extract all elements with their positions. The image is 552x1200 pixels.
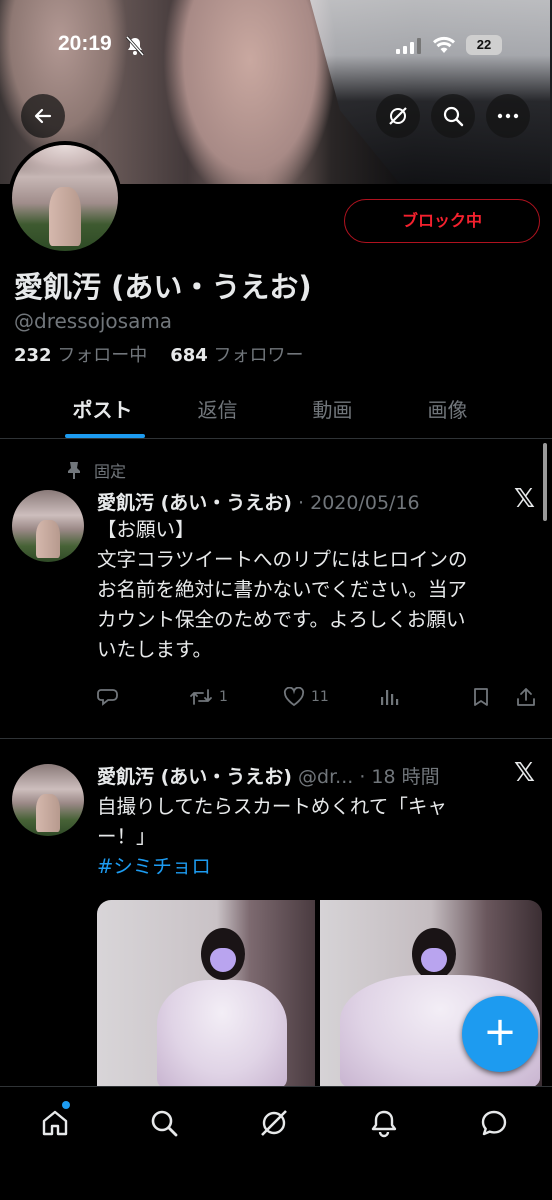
post-text[interactable]: 【お願い】 文字コラツイートへのリプにはヒロインの お名前を絶対に書かないでくだ… bbox=[97, 515, 543, 665]
post-avatar[interactable] bbox=[12, 490, 84, 562]
like-count: 11 bbox=[311, 689, 329, 705]
search-button[interactable] bbox=[431, 94, 475, 138]
reply-icon bbox=[97, 689, 118, 706]
nav-search[interactable] bbox=[146, 1105, 182, 1141]
profile-display-name: 愛飢汚 (あい・うえお) bbox=[14, 270, 312, 304]
more-dots-icon bbox=[497, 113, 519, 119]
nav-grok[interactable] bbox=[256, 1105, 292, 1141]
reply-button[interactable] bbox=[97, 687, 119, 707]
heart-icon bbox=[283, 687, 305, 707]
post-actions: 1 11 bbox=[97, 687, 542, 713]
share-icon bbox=[517, 688, 535, 706]
views-button[interactable] bbox=[379, 687, 399, 707]
retweet-count: 1 bbox=[219, 689, 228, 705]
profile-tabs: ポスト 返信 動画 画像 bbox=[0, 384, 552, 439]
pinned-label: 固定 bbox=[94, 462, 127, 481]
tab-images[interactable]: 画像 bbox=[390, 384, 505, 438]
grok-icon bbox=[261, 1110, 287, 1136]
following-link[interactable]: 232 フォロー中 bbox=[14, 345, 147, 366]
image-dress bbox=[157, 980, 287, 1086]
nav-messages[interactable] bbox=[476, 1105, 512, 1141]
more-button[interactable] bbox=[486, 94, 530, 138]
profile-handle: @dressojosama bbox=[14, 309, 173, 333]
home-icon bbox=[42, 1110, 68, 1136]
chat-bubble-icon bbox=[481, 1110, 507, 1136]
arrow-left-icon bbox=[34, 108, 52, 124]
post-author[interactable]: 愛飢汚 (あい・うえお) bbox=[97, 492, 292, 514]
like-button[interactable]: 11 bbox=[283, 687, 329, 707]
post-header: 愛飢汚 (あい・うえお) · 2020/05/16 bbox=[97, 488, 420, 515]
compose-post-button[interactable]: + bbox=[462, 996, 538, 1072]
search-icon bbox=[443, 106, 464, 127]
share-button[interactable] bbox=[516, 687, 536, 707]
tab-posts[interactable]: ポスト bbox=[45, 384, 160, 438]
hashtag-link[interactable]: #シミチョロ bbox=[97, 852, 543, 882]
bell-muted-icon bbox=[125, 36, 145, 60]
x-logo-icon: 𝕏 bbox=[514, 758, 535, 788]
retweet-button[interactable]: 1 bbox=[189, 687, 228, 707]
views-chart-icon bbox=[381, 690, 399, 705]
followers-link[interactable]: 684 フォロワー bbox=[170, 345, 303, 366]
x-logo-icon: 𝕏 bbox=[514, 484, 535, 514]
tab-replies[interactable]: 返信 bbox=[160, 384, 275, 438]
post-text[interactable]: 自撮りしてたらスカートめくれて「キャ ー！」 #シミチョロ bbox=[97, 792, 543, 882]
post-meta[interactable]: @dr... · 18 時間 bbox=[298, 766, 440, 788]
post-image[interactable] bbox=[97, 900, 315, 1086]
notification-dot bbox=[62, 1101, 70, 1109]
post-divider bbox=[0, 738, 552, 739]
scrollbar[interactable] bbox=[543, 443, 547, 521]
bottom-navigation bbox=[0, 1086, 552, 1200]
back-button[interactable] bbox=[21, 94, 65, 138]
follow-stats: 232 フォロー中 684 フォロワー bbox=[14, 341, 304, 367]
pinned-indicator: 固定 bbox=[66, 458, 126, 482]
post-avatar[interactable] bbox=[12, 764, 84, 836]
bell-icon bbox=[371, 1110, 397, 1138]
status-bar: 20:19 22 bbox=[0, 30, 552, 62]
battery-indicator: 22 bbox=[466, 35, 502, 55]
nav-home[interactable] bbox=[37, 1105, 73, 1141]
pin-icon bbox=[68, 462, 80, 479]
post-author[interactable]: 愛飢汚 (あい・うえお) bbox=[97, 766, 292, 788]
status-time: 20:19 bbox=[58, 32, 112, 55]
retweet-icon bbox=[190, 689, 212, 705]
grok-button[interactable] bbox=[376, 94, 420, 138]
wifi-icon bbox=[432, 36, 456, 58]
grok-icon bbox=[389, 107, 407, 125]
nav-notifications[interactable] bbox=[366, 1105, 402, 1141]
bookmark-button[interactable] bbox=[472, 687, 490, 707]
profile-avatar[interactable] bbox=[8, 141, 122, 255]
avatar-image bbox=[12, 145, 118, 251]
tab-videos[interactable]: 動画 bbox=[275, 384, 390, 438]
search-icon bbox=[151, 1110, 178, 1137]
bookmark-icon bbox=[474, 688, 488, 706]
signal-icon bbox=[396, 38, 422, 58]
post-date[interactable]: · 2020/05/16 bbox=[298, 492, 420, 514]
blocked-button[interactable]: ブロック中 bbox=[344, 199, 540, 243]
post-header: 愛飢汚 (あい・うえお) @dr... · 18 時間 bbox=[97, 762, 440, 789]
